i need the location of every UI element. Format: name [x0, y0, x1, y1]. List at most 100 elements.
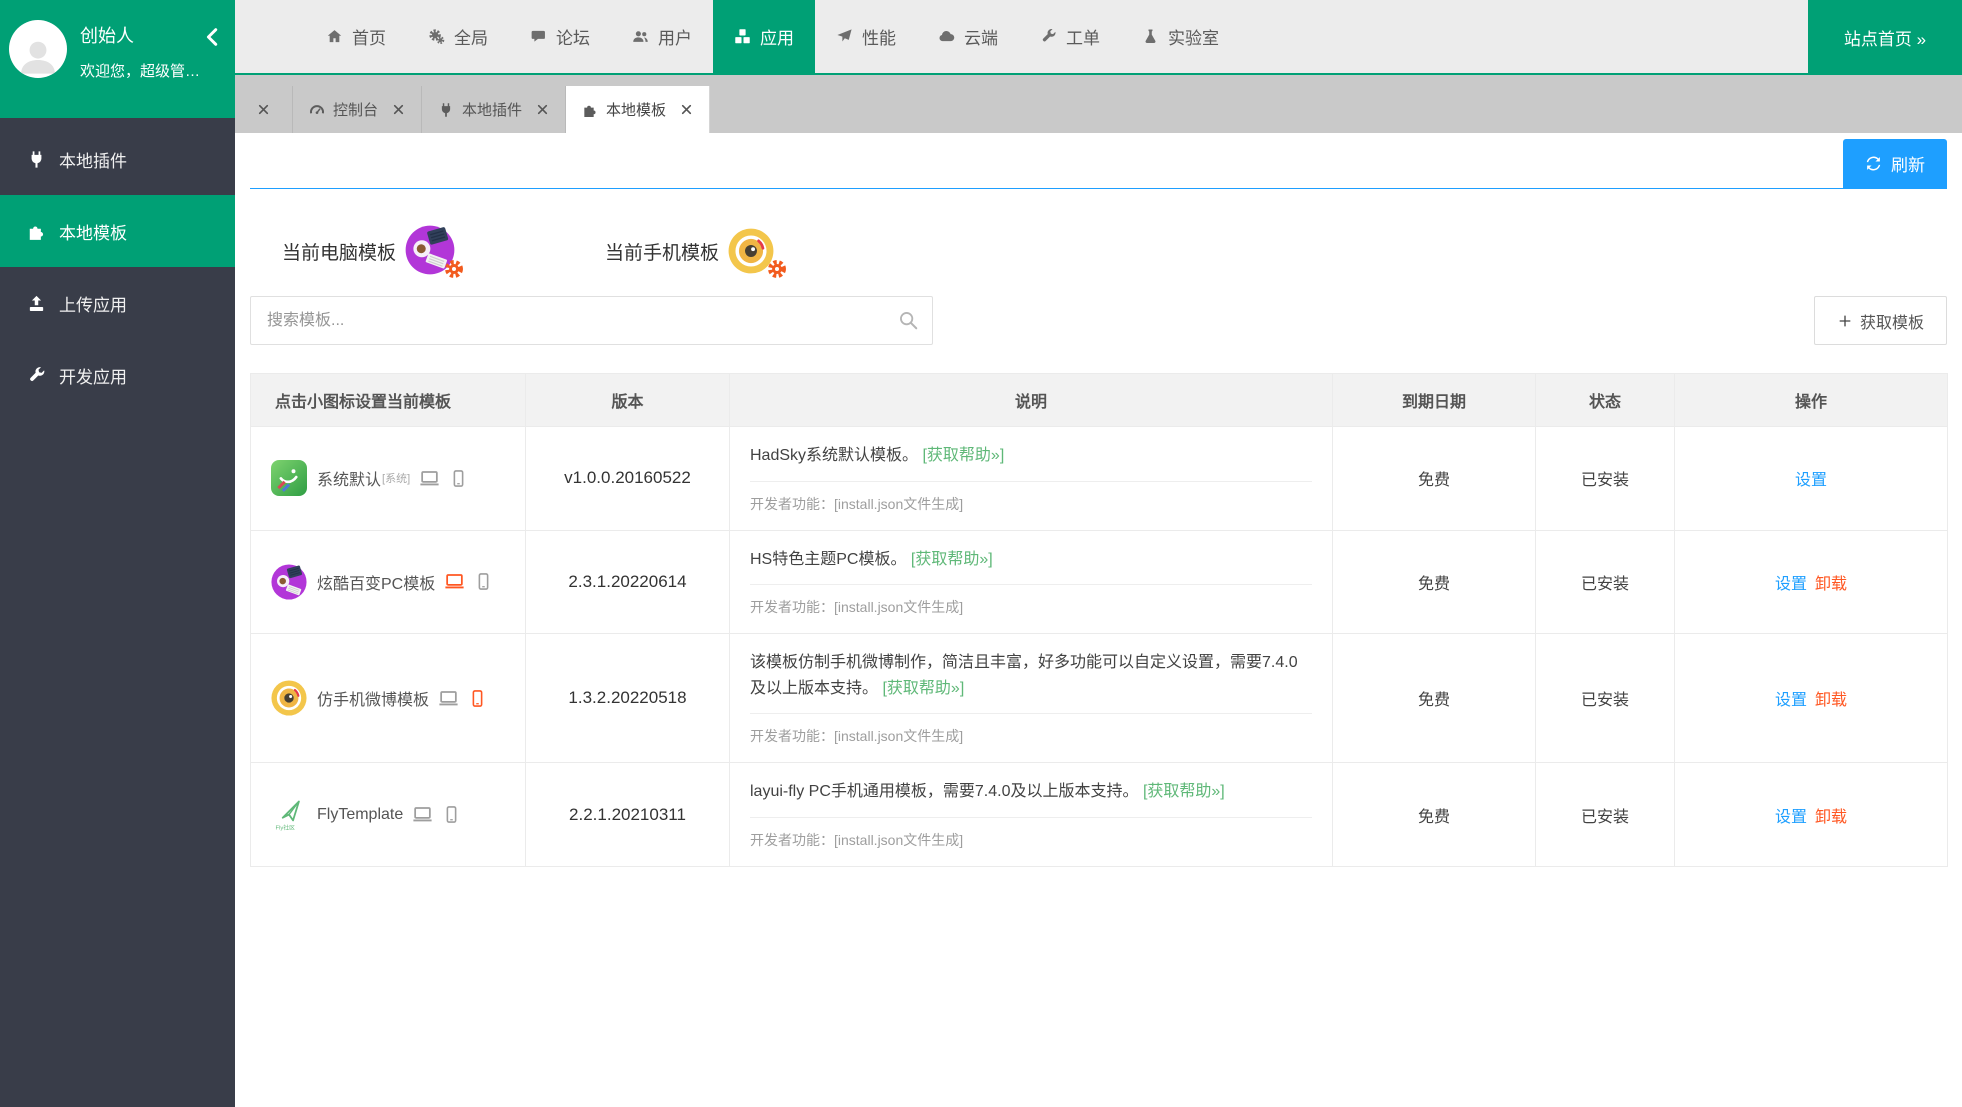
template-status: 已安装	[1536, 427, 1675, 531]
close-icon[interactable]	[392, 103, 405, 116]
close-icon[interactable]	[680, 103, 693, 116]
topnav-item-cogs[interactable]: 全局	[407, 0, 509, 73]
chevron-left-icon	[202, 26, 224, 48]
phone-icon[interactable]	[474, 572, 493, 591]
plane-icon	[836, 28, 853, 45]
person-icon	[16, 34, 60, 78]
template-version: 2.3.1.20220614	[526, 530, 730, 634]
search-input[interactable]	[250, 296, 933, 345]
users-icon	[632, 28, 649, 45]
refresh-label: 刷新	[1891, 151, 1925, 176]
developer-note: 开发者功能：[install.json文件生成]	[750, 713, 1312, 746]
wrench-icon	[27, 366, 46, 385]
settings-link[interactable]: 设置	[1775, 809, 1807, 826]
avatar[interactable]	[9, 20, 67, 78]
settings-link[interactable]: 设置	[1775, 576, 1807, 593]
dashboard-icon	[309, 102, 325, 118]
column-header: 说明	[730, 374, 1333, 427]
column-header: 点击小图标设置当前模板	[251, 374, 526, 427]
topnav-item-cubes[interactable]: 应用	[713, 0, 815, 73]
topnav-item-flask[interactable]: 实验室	[1121, 0, 1240, 73]
puzzle-icon	[582, 102, 598, 118]
topnav-item-comments[interactable]: 论坛	[509, 0, 611, 73]
sidebar-item-wrench[interactable]: 开发应用	[0, 339, 235, 411]
topnav-item-plane[interactable]: 性能	[815, 0, 917, 73]
svg-text:Fly社区: Fly社区	[276, 823, 296, 831]
sidebar-item-upload[interactable]: 上传应用	[0, 267, 235, 339]
puzzle-icon	[27, 222, 46, 241]
plug-icon	[27, 150, 46, 169]
collapse-sidebar-button[interactable]	[202, 26, 224, 54]
table-row: Fly社区 FlyTemplate 2.2.1.20210311 layui-f…	[251, 763, 1948, 867]
laptop-icon[interactable]	[444, 571, 465, 592]
cloud-icon	[938, 28, 955, 45]
table-row: 炫酷百变PC模板 2.3.1.20220614 HS特色主题PC模板。 [获取帮…	[251, 530, 1948, 634]
tab-puzzle[interactable]: 本地模板	[566, 86, 710, 133]
uninstall-link[interactable]: 卸载	[1815, 809, 1847, 826]
top-bar: 首页 全局 论坛 用户 应用 性能 云端 工单 实验室 站点首页 »	[235, 0, 1962, 75]
plus-icon	[1837, 313, 1853, 329]
template-status: 已安装	[1536, 634, 1675, 763]
template-actions: 设置卸载	[1675, 530, 1948, 634]
current-pc-template-icon[interactable]	[405, 225, 457, 277]
settings-link[interactable]: 设置	[1795, 472, 1827, 489]
get-help-link[interactable]: [获取帮助»]	[882, 680, 964, 697]
laptop-icon[interactable]	[412, 804, 433, 825]
uninstall-link[interactable]: 卸载	[1815, 692, 1847, 709]
cogs-icon	[428, 28, 445, 45]
column-header: 版本	[526, 374, 730, 427]
laptop-icon[interactable]	[438, 688, 459, 709]
topnav-item-users[interactable]: 用户	[611, 0, 713, 73]
flask-icon	[1142, 28, 1159, 45]
phone-icon[interactable]	[468, 689, 487, 708]
template-app-icon[interactable]	[271, 460, 307, 496]
user-welcome: 欢迎您，超级管…	[80, 60, 200, 81]
sidebar-item-plug[interactable]: 本地插件	[0, 123, 235, 195]
template-status: 已安装	[1536, 530, 1675, 634]
search-row: 获取模板	[250, 296, 1947, 345]
close-icon[interactable]	[536, 103, 549, 116]
laptop-icon[interactable]	[419, 468, 440, 489]
topnav-item-wrench[interactable]: 工单	[1019, 0, 1121, 73]
table-header-row: 点击小图标设置当前模板版本说明到期日期状态操作	[251, 374, 1948, 427]
template-app-icon[interactable]	[271, 680, 307, 716]
user-panel: 创始人 欢迎您，超级管…	[0, 0, 235, 118]
uninstall-link[interactable]: 卸载	[1815, 576, 1847, 593]
gear-icon	[443, 258, 465, 280]
topnav-item-cloud[interactable]: 云端	[917, 0, 1019, 73]
get-template-label: 获取模板	[1860, 309, 1924, 333]
template-app-icon[interactable]: Fly社区	[271, 797, 307, 833]
template-version: v1.0.0.20160522	[526, 427, 730, 531]
get-template-button[interactable]: 获取模板	[1814, 296, 1947, 345]
developer-note: 开发者功能：[install.json文件生成]	[750, 817, 1312, 850]
tab-dashboard[interactable]: 控制台	[293, 86, 422, 133]
close-all-tabs-button[interactable]	[235, 86, 293, 133]
column-header: 操作	[1675, 374, 1948, 427]
sidebar-menu: 本地插件 本地模板 上传应用 开发应用	[0, 118, 235, 411]
tab-plug[interactable]: 本地插件	[422, 86, 566, 133]
search-icon[interactable]	[897, 309, 919, 331]
developer-note: 开发者功能：[install.json文件生成]	[750, 481, 1312, 514]
current-mobile-template-icon[interactable]	[728, 225, 780, 277]
get-help-link[interactable]: [获取帮助»]	[911, 551, 993, 568]
template-app-icon[interactable]	[271, 564, 307, 600]
settings-link[interactable]: 设置	[1775, 692, 1807, 709]
template-version: 2.2.1.20210311	[526, 763, 730, 867]
tab-bar: 控制台 本地插件 本地模板	[235, 75, 1962, 133]
topnav-item-home[interactable]: 首页	[305, 0, 407, 73]
phone-icon[interactable]	[442, 805, 461, 824]
phone-icon[interactable]	[449, 469, 468, 488]
get-help-link[interactable]: [获取帮助»]	[1143, 783, 1225, 800]
get-help-link[interactable]: [获取帮助»]	[922, 447, 1004, 464]
column-header: 到期日期	[1333, 374, 1536, 427]
cubes-icon	[734, 28, 751, 45]
site-home-button[interactable]: 站点首页 »	[1808, 0, 1962, 75]
template-description: HadSky系统默认模板。	[750, 447, 918, 464]
sidebar-item-puzzle[interactable]: 本地模板	[0, 195, 235, 267]
template-description: HS特色主题PC模板。	[750, 551, 906, 568]
plug-icon	[438, 102, 454, 118]
template-version: 1.3.2.20220518	[526, 634, 730, 763]
refresh-button[interactable]: 刷新	[1843, 139, 1947, 188]
home-icon	[326, 28, 343, 45]
template-description: 该模板仿制手机微博制作，简洁且丰富，好多功能可以自定义设置，需要7.4.0及以上…	[750, 654, 1298, 697]
